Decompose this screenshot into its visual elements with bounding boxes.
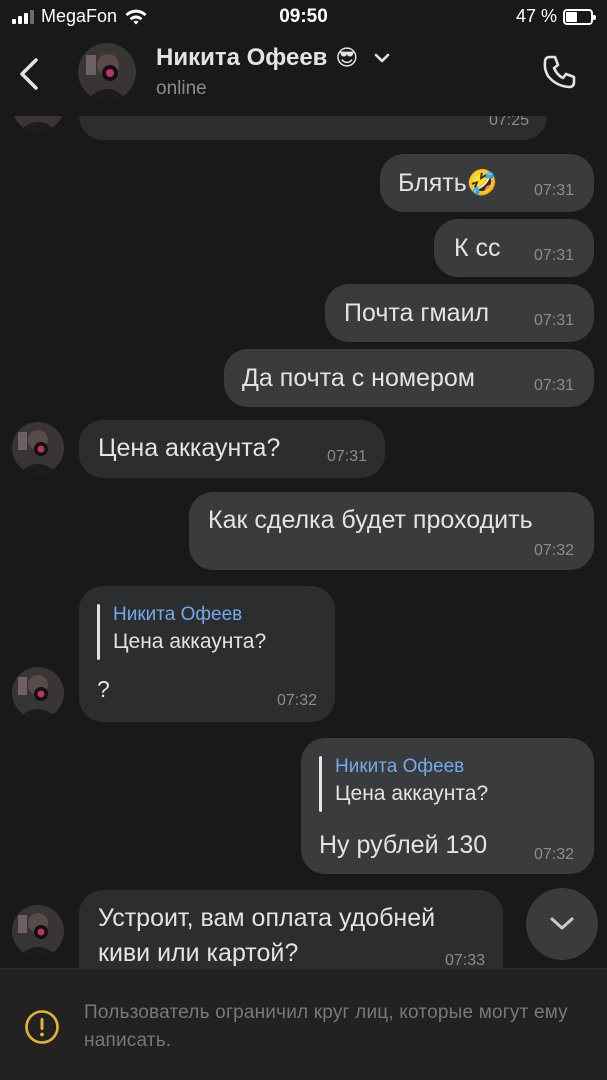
message-text: Как сделка будет проходить	[208, 506, 533, 534]
message-time: 07:32	[533, 846, 574, 863]
message-bubble[interactable]: Цена аккаунта? 07:31	[79, 420, 385, 478]
message-time: 07:32	[276, 692, 317, 709]
reply-quoted-text: Цена аккаунта?	[335, 782, 489, 805]
sender-avatar[interactable]	[12, 422, 64, 474]
message-bubble-reply[interactable]: Никита Офеев Цена аккаунта? ? 07:32	[79, 586, 335, 722]
message-text: ?	[97, 676, 110, 702]
chat-header: Никита Офеев 😎 online	[0, 34, 607, 116]
message-text: Ну рублей 130	[319, 831, 488, 859]
reply-sender-name: Никита Офеев	[113, 604, 243, 625]
battery-percent: 47 %	[515, 6, 557, 26]
chevron-down-icon[interactable]	[372, 51, 392, 65]
message-bubble[interactable]: Почта гмаил 07:31	[325, 284, 594, 342]
message-time: 07:31	[533, 247, 574, 264]
message-time: 07:31	[533, 377, 574, 394]
restricted-notice: Пользователь ограничил круг лиц, которые…	[0, 968, 607, 1080]
back-arrow-icon[interactable]	[14, 54, 44, 94]
message-list[interactable]: 07:25 Блять🤣 07:31 К сс 07:31 Почта гмаи…	[0, 90, 607, 970]
message-bubble[interactable]: Да почта с номером 07:31	[224, 349, 594, 407]
status-right: 47 %	[515, 6, 596, 27]
warning-circle-icon	[25, 1010, 59, 1044]
message-time: 07:32	[533, 542, 574, 559]
message-time: 07:31	[326, 448, 367, 465]
message-bubble[interactable]: Блять🤣 07:31	[380, 154, 594, 212]
restricted-notice-text: Пользователь ограничил круг лиц, которые…	[84, 1002, 568, 1051]
message-text: К сс	[454, 234, 501, 262]
sender-avatar[interactable]	[12, 905, 64, 957]
message-text: Цена аккаунта?	[98, 434, 281, 462]
reply-quoted-text: Цена аккаунта?	[113, 630, 267, 653]
message-text: Да почта с номером	[242, 364, 475, 392]
message-text: Почта гмаил	[344, 299, 490, 327]
battery-icon	[563, 8, 596, 25]
message-bubble-reply[interactable]: Никита Офеев Цена аккаунта? Ну рублей 13…	[301, 738, 594, 874]
message-time: 07:31	[533, 312, 574, 329]
message-text-line: киви или картой?	[98, 939, 299, 967]
reply-quote-bar	[97, 604, 100, 660]
sender-avatar[interactable]	[12, 667, 64, 719]
message-text: Блять🤣	[398, 169, 498, 197]
message-text-line: Устроит, вам оплата удобней	[98, 904, 436, 932]
contact-emoji: 😎	[335, 45, 359, 70]
message-bubble[interactable]: Устроит, вам оплата удобней киви или кар…	[79, 890, 503, 970]
reply-quote-bar	[319, 756, 322, 812]
chevron-down-icon	[550, 917, 574, 930]
message-time: 07:31	[533, 182, 574, 199]
contact-name-row[interactable]: Никита Офеев 😎	[156, 44, 392, 72]
contact-avatar[interactable]	[78, 43, 136, 101]
status-bar: MegaFon 09:50 47 %	[0, 0, 607, 34]
phone-icon[interactable]	[539, 52, 579, 92]
message-bubble[interactable]: Как сделка будет проходить 07:32	[189, 492, 594, 570]
message-bubble[interactable]: К сс 07:31	[434, 219, 594, 277]
reply-sender-name: Никита Офеев	[335, 756, 465, 777]
scroll-down-button[interactable]	[526, 888, 598, 960]
contact-status: online	[156, 78, 207, 99]
contact-name: Никита Офеев	[156, 44, 328, 71]
